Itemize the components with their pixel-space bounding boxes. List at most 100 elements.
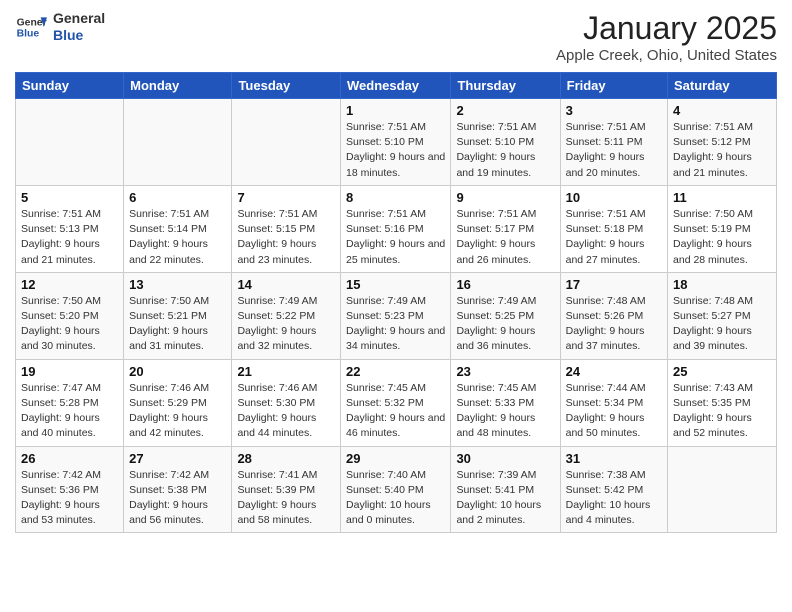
day-number: 7 <box>237 190 335 205</box>
logo-icon: General Blue <box>15 11 47 43</box>
day-number: 18 <box>673 277 771 292</box>
calendar-cell: 6 Sunrise: 7:51 AM Sunset: 5:14 PM Daylig… <box>124 185 232 272</box>
day-number: 1 <box>346 103 445 118</box>
day-info: Sunrise: 7:51 AM Sunset: 5:18 PM Dayligh… <box>566 207 662 268</box>
day-number: 29 <box>346 451 445 466</box>
day-info: Sunrise: 7:50 AM Sunset: 5:20 PM Dayligh… <box>21 294 118 355</box>
calendar-cell: 26Sunrise: 7:42 AM Sunset: 5:36 PM Dayli… <box>16 446 124 533</box>
calendar-cell: 1 Sunrise: 7:51 AM Sunset: 5:10 PM Daylig… <box>341 99 451 186</box>
day-info: Sunrise: 7:49 AM Sunset: 5:22 PM Dayligh… <box>237 294 335 355</box>
week-row-4: 19 Sunrise: 7:47 AM Sunset: 5:28 PM Dayli… <box>16 359 777 446</box>
calendar-cell: 11Sunrise: 7:50 AM Sunset: 5:19 PM Dayli… <box>668 185 777 272</box>
day-info: Sunrise: 7:47 AM Sunset: 5:28 PM Dayligh… <box>21 381 118 442</box>
week-row-5: 26Sunrise: 7:42 AM Sunset: 5:36 PM Dayli… <box>16 446 777 533</box>
day-info: Sunrise: 7:51 AM Sunset: 5:16 PM Dayligh… <box>346 207 445 268</box>
day-info: Sunrise: 7:51 AM Sunset: 5:13 PM Dayligh… <box>21 207 118 268</box>
day-header-wednesday: Wednesday <box>341 73 451 99</box>
day-header-saturday: Saturday <box>668 73 777 99</box>
calendar-cell: 23 Sunrise: 7:45 AM Sunset: 5:33 PM Dayli… <box>451 359 560 446</box>
calendar-cell: 8Sunrise: 7:51 AM Sunset: 5:16 PM Daylig… <box>341 185 451 272</box>
day-number: 5 <box>21 190 118 205</box>
calendar-cell: 18Sunrise: 7:48 AM Sunset: 5:27 PM Dayli… <box>668 272 777 359</box>
day-info: Sunrise: 7:50 AM Sunset: 5:19 PM Dayligh… <box>673 207 771 268</box>
day-number: 2 <box>456 103 554 118</box>
calendar-cell: 14 Sunrise: 7:49 AM Sunset: 5:22 PM Dayli… <box>232 272 341 359</box>
day-number: 3 <box>566 103 662 118</box>
calendar-cell: 17Sunrise: 7:48 AM Sunset: 5:26 PM Dayli… <box>560 272 667 359</box>
day-number: 14 <box>237 277 335 292</box>
calendar-cell: 25 Sunrise: 7:43 AM Sunset: 5:35 PM Dayli… <box>668 359 777 446</box>
day-info: Sunrise: 7:51 AM Sunset: 5:17 PM Dayligh… <box>456 207 554 268</box>
day-info: Sunrise: 7:41 AM Sunset: 5:39 PM Dayligh… <box>237 468 335 529</box>
day-number: 9 <box>456 190 554 205</box>
calendar-cell: 21Sunrise: 7:46 AM Sunset: 5:30 PM Dayli… <box>232 359 341 446</box>
day-number: 24 <box>566 364 662 379</box>
day-number: 30 <box>456 451 554 466</box>
day-number: 19 <box>21 364 118 379</box>
day-info: Sunrise: 7:49 AM Sunset: 5:25 PM Dayligh… <box>456 294 554 355</box>
calendar-cell: 16 Sunrise: 7:49 AM Sunset: 5:25 PM Dayli… <box>451 272 560 359</box>
calendar-cell: 30 Sunrise: 7:39 AM Sunset: 5:41 PM Dayli… <box>451 446 560 533</box>
day-info: Sunrise: 7:38 AM Sunset: 5:42 PM Dayligh… <box>566 468 662 529</box>
calendar-table: SundayMondayTuesdayWednesdayThursdayFrid… <box>15 72 777 533</box>
calendar-header-row: SundayMondayTuesdayWednesdayThursdayFrid… <box>16 73 777 99</box>
day-number: 4 <box>673 103 771 118</box>
day-info: Sunrise: 7:46 AM Sunset: 5:29 PM Dayligh… <box>129 381 226 442</box>
title-block: January 2025 Apple Creek, Ohio, United S… <box>556 10 777 64</box>
calendar-cell: 24Sunrise: 7:44 AM Sunset: 5:34 PM Dayli… <box>560 359 667 446</box>
day-info: Sunrise: 7:40 AM Sunset: 5:40 PM Dayligh… <box>346 468 445 529</box>
calendar-cell <box>124 99 232 186</box>
calendar-cell: 29 Sunrise: 7:40 AM Sunset: 5:40 PM Dayli… <box>341 446 451 533</box>
day-info: Sunrise: 7:51 AM Sunset: 5:10 PM Dayligh… <box>346 120 445 181</box>
calendar-cell: 15 Sunrise: 7:49 AM Sunset: 5:23 PM Dayli… <box>341 272 451 359</box>
day-number: 20 <box>129 364 226 379</box>
week-row-2: 5 Sunrise: 7:51 AM Sunset: 5:13 PM Daylig… <box>16 185 777 272</box>
calendar-cell: 3 Sunrise: 7:51 AM Sunset: 5:11 PM Daylig… <box>560 99 667 186</box>
day-number: 15 <box>346 277 445 292</box>
day-info: Sunrise: 7:45 AM Sunset: 5:32 PM Dayligh… <box>346 381 445 442</box>
calendar-cell: 5 Sunrise: 7:51 AM Sunset: 5:13 PM Daylig… <box>16 185 124 272</box>
day-info: Sunrise: 7:51 AM Sunset: 5:14 PM Dayligh… <box>129 207 226 268</box>
calendar-cell: 28Sunrise: 7:41 AM Sunset: 5:39 PM Dayli… <box>232 446 341 533</box>
calendar-cell <box>16 99 124 186</box>
day-number: 23 <box>456 364 554 379</box>
day-info: Sunrise: 7:51 AM Sunset: 5:15 PM Dayligh… <box>237 207 335 268</box>
calendar-cell: 20 Sunrise: 7:46 AM Sunset: 5:29 PM Dayli… <box>124 359 232 446</box>
day-info: Sunrise: 7:51 AM Sunset: 5:11 PM Dayligh… <box>566 120 662 181</box>
day-info: Sunrise: 7:50 AM Sunset: 5:21 PM Dayligh… <box>129 294 226 355</box>
day-header-sunday: Sunday <box>16 73 124 99</box>
day-number: 31 <box>566 451 662 466</box>
day-number: 6 <box>129 190 226 205</box>
day-info: Sunrise: 7:39 AM Sunset: 5:41 PM Dayligh… <box>456 468 554 529</box>
calendar-cell: 31 Sunrise: 7:38 AM Sunset: 5:42 PM Dayli… <box>560 446 667 533</box>
day-number: 26 <box>21 451 118 466</box>
calendar-cell: 13 Sunrise: 7:50 AM Sunset: 5:21 PM Dayli… <box>124 272 232 359</box>
day-header-thursday: Thursday <box>451 73 560 99</box>
calendar-cell: 19 Sunrise: 7:47 AM Sunset: 5:28 PM Dayli… <box>16 359 124 446</box>
calendar-cell: 9 Sunrise: 7:51 AM Sunset: 5:17 PM Daylig… <box>451 185 560 272</box>
day-number: 16 <box>456 277 554 292</box>
day-info: Sunrise: 7:43 AM Sunset: 5:35 PM Dayligh… <box>673 381 771 442</box>
day-number: 22 <box>346 364 445 379</box>
day-number: 27 <box>129 451 226 466</box>
calendar-cell: 27Sunrise: 7:42 AM Sunset: 5:38 PM Dayli… <box>124 446 232 533</box>
day-number: 13 <box>129 277 226 292</box>
day-info: Sunrise: 7:46 AM Sunset: 5:30 PM Dayligh… <box>237 381 335 442</box>
day-number: 10 <box>566 190 662 205</box>
day-info: Sunrise: 7:51 AM Sunset: 5:12 PM Dayligh… <box>673 120 771 181</box>
logo: General Blue General Blue <box>15 10 105 44</box>
week-row-3: 12 Sunrise: 7:50 AM Sunset: 5:20 PM Dayli… <box>16 272 777 359</box>
day-header-tuesday: Tuesday <box>232 73 341 99</box>
day-info: Sunrise: 7:48 AM Sunset: 5:26 PM Dayligh… <box>566 294 662 355</box>
location-title: Apple Creek, Ohio, United States <box>556 47 777 64</box>
day-number: 25 <box>673 364 771 379</box>
day-header-monday: Monday <box>124 73 232 99</box>
day-number: 12 <box>21 277 118 292</box>
logo-general-text: General <box>53 10 105 27</box>
calendar-cell <box>668 446 777 533</box>
calendar-cell: 22 Sunrise: 7:45 AM Sunset: 5:32 PM Dayli… <box>341 359 451 446</box>
calendar-cell: 12 Sunrise: 7:50 AM Sunset: 5:20 PM Dayli… <box>16 272 124 359</box>
day-info: Sunrise: 7:45 AM Sunset: 5:33 PM Dayligh… <box>456 381 554 442</box>
day-info: Sunrise: 7:49 AM Sunset: 5:23 PM Dayligh… <box>346 294 445 355</box>
calendar-cell: 4 Sunrise: 7:51 AM Sunset: 5:12 PM Daylig… <box>668 99 777 186</box>
